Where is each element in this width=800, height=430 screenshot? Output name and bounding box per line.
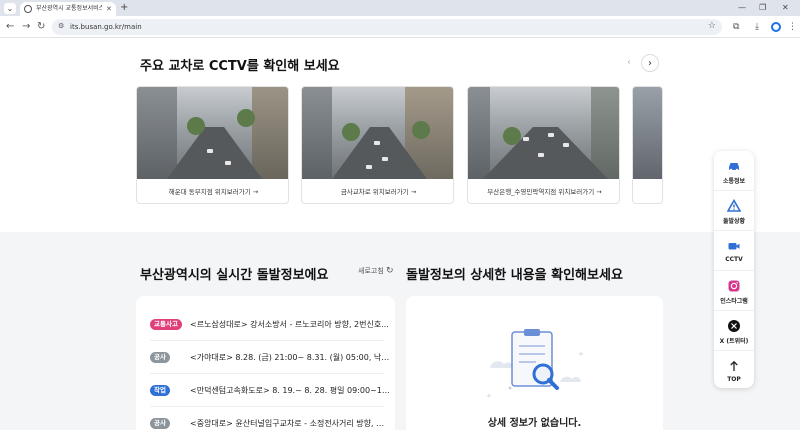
browser-tab[interactable]: 부산광역시 교통정보서비스센터 ✕ (20, 2, 116, 16)
incident-text[interactable]: <중앙대로> 윤산터널입구교차로 - 소정전사거리 방향, 부곡... (190, 417, 390, 430)
cctv-card[interactable]: 해운대 동부지점 위치보러가기 → (136, 86, 289, 204)
side-menu-incidents[interactable]: 돌발상황 (714, 191, 754, 231)
bookmark-star-icon[interactable]: ☆ (708, 20, 716, 33)
side-menu-label: CCTV (725, 256, 743, 263)
side-menu-x[interactable]: X (트위터) (714, 311, 754, 351)
tab-search-button[interactable]: ⌄ (4, 3, 16, 14)
incident-badge: 교통사고 (150, 319, 182, 330)
maximize-button[interactable]: ❐ (759, 2, 766, 14)
cctv-card-caption[interactable]: 금사교차로 위치보러가기 → (302, 179, 453, 203)
new-tab-button[interactable]: + (120, 1, 128, 15)
chevron-right-icon: › (648, 58, 652, 69)
extensions-icon[interactable]: ⧉ (733, 20, 739, 34)
cctv-thumbnail (468, 87, 619, 179)
warning-icon (727, 199, 741, 212)
carousel-next-button[interactable]: › (641, 54, 659, 72)
instagram-icon (728, 280, 740, 292)
floating-side-menu: 소통정보 돌발상황 CCTV 인스타그램 X (트위터) TOP (714, 151, 754, 388)
profile-avatar[interactable] (771, 22, 781, 32)
side-menu-top[interactable]: TOP (714, 351, 754, 391)
incident-section (0, 232, 800, 430)
incident-row[interactable]: 작업 <만덕센텀고속화도로> 8. 19.~ 8. 28. 평일 09:00~1… (150, 374, 390, 407)
empty-detail-message: 상세 정보가 없습니다. (487, 418, 582, 429)
side-menu-label: TOP (727, 376, 741, 383)
incident-badge: 공사 (150, 352, 170, 363)
back-arrow-icon[interactable]: ← (6, 20, 14, 34)
side-menu-instagram[interactable]: 인스타그램 (714, 271, 754, 311)
incident-row[interactable]: 공사 <가야대로> 8.28. (금) 21:00~ 8.31. (월) 05:… (150, 341, 390, 374)
incident-detail-panel: + + 상세 정보가 없습니다. (406, 296, 663, 430)
address-bar[interactable]: ⚙ its.busan.go.kr/main ☆ (52, 19, 722, 35)
site-settings-icon[interactable]: ⚙ (58, 22, 67, 31)
svg-text:+: + (578, 350, 584, 358)
cctv-card-caption[interactable]: 해운대 동부지점 위치보러가기 → (137, 179, 288, 203)
side-menu-traffic[interactable]: 소통정보 (714, 151, 754, 191)
forward-arrow-icon[interactable]: → (22, 20, 30, 34)
incident-badge: 공사 (150, 418, 170, 429)
side-menu-cctv[interactable]: CCTV (714, 231, 754, 271)
side-menu-label: X (트위터) (719, 338, 749, 345)
detail-section-title: 돌발정보의 상세한 내용을 확인해보세요 (406, 268, 623, 283)
cctv-thumbnail (633, 87, 662, 179)
chevron-left-icon: ‹ (627, 57, 631, 68)
incident-text[interactable]: <르노삼성대로> 강서소방서 - 르노코리아 방향, 2번신호... (190, 318, 390, 331)
empty-document-search-icon: + + (486, 329, 584, 400)
tab-title: 부산광역시 교통정보서비스센터 (36, 5, 102, 12)
incident-list-panel: 교통사고 <르노삼성대로> 강서소방서 - 르노코리아 방향, 2번신호... … (136, 296, 395, 430)
reload-icon[interactable]: ↻ (37, 20, 45, 34)
camera-icon (728, 243, 740, 250)
browser-toolbar: ← → ↻ ⚙ its.busan.go.kr/main ☆ ⧉ ⤓ ⋮ (0, 16, 800, 38)
x-logo-icon (728, 320, 740, 332)
side-menu-label: 인스타그램 (720, 298, 748, 305)
incident-row[interactable]: 교통사고 <르노삼성대로> 강서소방서 - 르노코리아 방향, 2번신호... (150, 308, 389, 341)
cctv-card-caption[interactable]: 부산은행_수영민락역지점 위치보러가기 → (468, 179, 619, 203)
incidents-section-title: 부산광역시의 실시간 돌발정보에요 (140, 268, 329, 283)
side-menu-label: 돌발상황 (722, 218, 746, 225)
side-menu-label: 소통정보 (722, 178, 746, 185)
incident-badge: 작업 (150, 385, 170, 396)
car-icon (729, 163, 739, 172)
arrow-up-icon (730, 360, 738, 371)
close-tab-icon[interactable]: ✕ (106, 4, 112, 14)
url-text[interactable]: its.busan.go.kr/main (70, 21, 142, 33)
browser-tabstrip: ⌄ 부산광역시 교통정보서비스센터 ✕ + — ❐ ✕ (0, 0, 800, 16)
cctv-card[interactable]: 금사교차로 위치보러가기 → (301, 86, 454, 204)
cctv-card[interactable]: 부산은행_수영민락역지점 위치보러가기 → (467, 86, 620, 204)
carousel-prev-button[interactable]: ‹ (620, 54, 638, 72)
cctv-thumbnail (302, 87, 453, 179)
refresh-label: 새로고침 (358, 267, 384, 275)
incident-text[interactable]: <가야대로> 8.28. (금) 21:00~ 8.31. (월) 05:00,… (190, 351, 390, 364)
refresh-button[interactable]: 새로고침 ↻ (358, 266, 394, 276)
cctv-section-title: 주요 교차로 CCTV를 확인해 보세요 (140, 59, 340, 74)
incident-text[interactable]: <만덕센텀고속화도로> 8. 19.~ 8. 28. 평일 09:00~16:0… (190, 384, 390, 397)
svg-text:+: + (486, 392, 492, 400)
minimize-button[interactable]: — (738, 2, 746, 14)
cctv-thumbnail (137, 87, 288, 179)
incident-row[interactable]: 공사 <중앙대로> 윤산터널입구교차로 - 소정전사거리 방향, 부곡... (150, 407, 390, 430)
menu-kebab-icon[interactable]: ⋮ (788, 20, 797, 34)
cctv-card-partial[interactable] (632, 86, 663, 204)
close-window-button[interactable]: ✕ (782, 2, 789, 14)
globe-icon (24, 5, 32, 13)
refresh-icon: ↻ (386, 266, 394, 276)
download-icon[interactable]: ⤓ (755, 20, 759, 34)
